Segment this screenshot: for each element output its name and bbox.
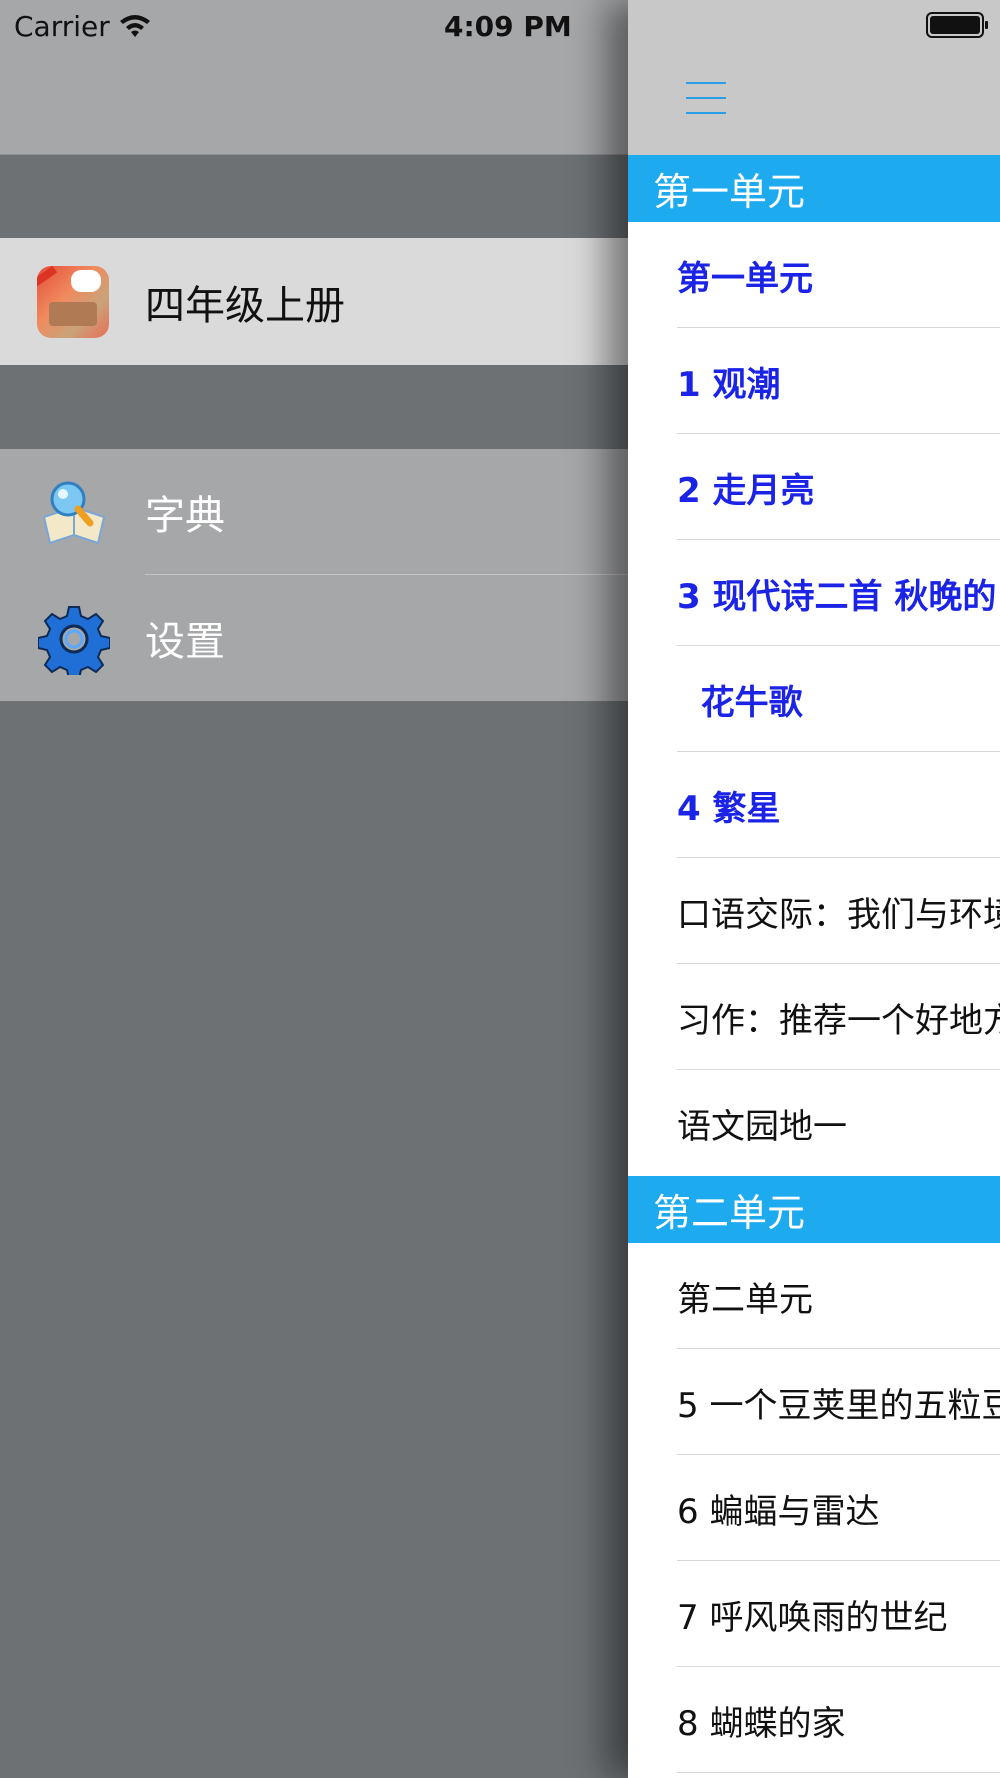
list-item[interactable]: 语文园地一 xyxy=(628,1070,1000,1176)
list-item[interactable]: 第二单元 xyxy=(628,1243,1000,1349)
list-item[interactable]: 6 蝙蝠与雷达 xyxy=(628,1455,1000,1561)
list-item[interactable]: 1 观潮 xyxy=(628,328,1000,434)
list-item[interactable]: 8 蝴蝶的家 xyxy=(628,1667,1000,1773)
nav-bar xyxy=(628,0,1000,155)
list-item[interactable]: 5 一个豆荚里的五粒豆 xyxy=(628,1349,1000,1455)
dictionary-menu-item[interactable]: 字典 xyxy=(0,449,630,575)
status-bar-left: Carrier 4:09 PM xyxy=(0,0,630,155)
status-time: 4:09 PM xyxy=(444,9,572,43)
dictionary-icon xyxy=(42,481,106,545)
list-item[interactable]: 口语交际：我们与环境 xyxy=(628,858,1000,964)
dictionary-label: 字典 xyxy=(145,493,225,539)
status-carrier-group: Carrier xyxy=(14,6,152,46)
book-item[interactable]: 四年级上册 xyxy=(0,238,630,365)
book-cover-icon xyxy=(37,266,109,338)
book-title: 四年级上册 xyxy=(145,282,345,329)
list-item[interactable]: 3 现代诗二首 秋晚的 xyxy=(628,540,1000,646)
list-item[interactable]: 7 呼风唤雨的世纪 xyxy=(628,1561,1000,1667)
settings-label: 设置 xyxy=(145,619,225,665)
list-item[interactable]: 第一单元 xyxy=(628,222,1000,328)
list-item[interactable]: 2 走月亮 xyxy=(628,434,1000,540)
tools-group: 字典 设置 xyxy=(0,449,630,701)
list-item[interactable]: 4 繁星 xyxy=(628,752,1000,858)
hamburger-menu-icon[interactable] xyxy=(686,80,726,116)
side-menu: Carrier 4:09 PM 四年级上册 字典 设置 xyxy=(0,0,630,1778)
wifi-icon xyxy=(119,15,150,37)
gear-icon xyxy=(38,606,110,675)
list-item[interactable]: 习作：推荐一个好地方 xyxy=(628,964,1000,1070)
section-header: 第一单元 xyxy=(628,155,1000,222)
list-item[interactable]: 花牛歌 xyxy=(628,646,1000,752)
lesson-list: 第一单元 第一单元 1 观潮 2 走月亮 3 现代诗二首 秋晚的 花牛歌 4 繁… xyxy=(628,155,1000,1773)
carrier-label: Carrier xyxy=(14,9,110,43)
main-panel: 第一单元 第一单元 1 观潮 2 走月亮 3 现代诗二首 秋晚的 花牛歌 4 繁… xyxy=(628,0,1000,1778)
battery-icon xyxy=(926,12,988,38)
section-header: 第二单元 xyxy=(628,1176,1000,1243)
settings-menu-item[interactable]: 设置 xyxy=(0,575,630,701)
